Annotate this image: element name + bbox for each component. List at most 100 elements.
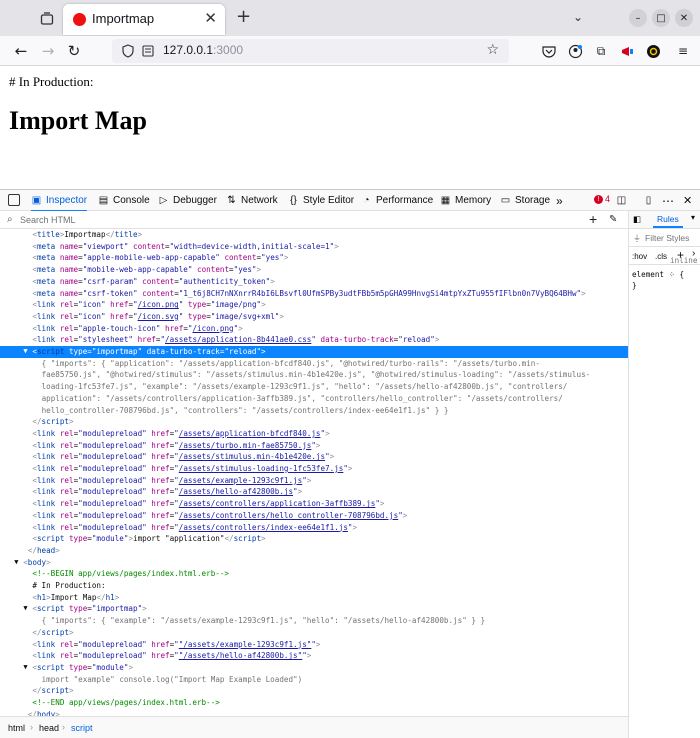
markup-line[interactable]: application": "/assets/controllers/appli… [0,393,628,405]
reload-icon[interactable]: ↻ [64,41,84,61]
sidebar-dropdown-icon[interactable]: ▾ [691,213,695,222]
markup-line[interactable]: { "imports": { "application": "/assets/a… [0,358,628,370]
markup-line[interactable]: <h1>Import Map</h1> [0,592,628,604]
markup-line[interactable]: <link rel="modulepreload" href="/assets/… [0,498,628,510]
markup-line[interactable]: </script> [0,416,628,428]
chevron-down-icon[interactable]: ⌄ [573,10,583,24]
forward-icon[interactable]: → [38,41,58,61]
tab-memory[interactable]: ▦ Memory [440,190,491,211]
tab-debugger[interactable]: ▷ Debugger [158,190,217,211]
expand-twisty-icon[interactable]: ▼ [23,662,27,674]
markup-line[interactable]: <!--BEGIN app/views/pages/index.html.erb… [0,568,628,580]
screenshot-icon[interactable]: ◫ [616,190,627,211]
markup-line[interactable]: ▼ <script type="module"> [0,662,628,674]
markup-line[interactable]: ▼ <body> [0,557,628,569]
url-text[interactable]: 127.0.0.1:3000 [163,43,243,57]
back-icon[interactable]: ← [11,41,31,61]
expand-twisty-icon[interactable]: ▼ [14,557,18,569]
markup-line[interactable]: <link rel="apple-touch-icon" href="/icon… [0,323,628,335]
extensions-icon[interactable]: ⧉ [593,43,609,59]
hov-toggle[interactable]: :hov [632,252,647,261]
markup-line[interactable]: </head> [0,545,628,557]
url-bar[interactable]: 127.0.0.1:3000 ☆ [112,39,509,63]
markup-line[interactable]: fae85750.js", "@hotwired/stimulus": "/as… [0,369,628,381]
markup-line[interactable]: <meta name="csrf-param" content="authent… [0,276,628,288]
search-input[interactable]: Search HTML [20,215,76,225]
markup-line[interactable]: <script type="module">import "applicatio… [0,533,628,545]
markup-line[interactable]: <link rel="modulepreload" href="/assets/… [0,475,628,487]
layout-toggle-icon[interactable]: ◧ [633,214,641,225]
markup-line[interactable]: { "imports": { "example": "/assets/examp… [0,615,628,627]
megaphone-icon[interactable] [619,43,635,59]
markup-line[interactable]: import "example" console.log("Import Map… [0,674,628,686]
expand-twisty-icon[interactable]: ▼ [23,603,27,615]
extension-o-icon[interactable] [645,43,661,59]
add-node-icon[interactable]: + [589,211,597,227]
markup-line[interactable]: <link rel="modulepreload" href="/assets/… [0,510,628,522]
cls-toggle[interactable]: .cls [655,252,667,261]
tab-inspector[interactable]: ▣ Inspector [31,190,88,212]
markup-line[interactable]: <link rel="modulepreload" href="/assets/… [0,440,628,452]
markup-line[interactable]: hello_controller-708796bd.js", "controll… [0,405,628,417]
markup-line-selected[interactable]: ▼ <script type="importmap" data-turbo-tra… [0,346,628,358]
markup-line[interactable]: <title>Importmap</title> [0,229,628,241]
filter-styles-bar[interactable]: ⏚ Filter Styles [629,229,700,247]
markup-line[interactable]: <meta name="mobile-web-app-capable" cont… [0,264,628,276]
markup-line[interactable]: loading-1fc53fe7.js", "example": "/asset… [0,381,628,393]
markup-line[interactable]: <link rel="icon" href="/icon.png" type="… [0,299,628,311]
filter-styles-input[interactable]: Filter Styles [645,233,689,243]
tab-performance[interactable]: ◔ Performance [361,190,433,211]
page-info-icon[interactable] [142,43,154,62]
markup-line[interactable]: <link rel="modulepreload" href="/assets/… [0,463,628,475]
browser-tab[interactable]: Importmap ✕ [63,4,225,35]
minimize-icon[interactable]: – [629,9,647,27]
rule-grid-icon[interactable]: ⁘ [669,270,675,279]
maximize-icon[interactable]: □ [652,9,670,27]
markup-line[interactable]: <meta name="viewport" content="width=dev… [0,241,628,253]
markup-line[interactable]: <link rel="icon" href="/icon.svg" type="… [0,311,628,323]
more-options-icon[interactable]: ⋯ [662,190,674,211]
breadcrumb-html[interactable]: html [8,723,25,733]
expand-twisty-icon[interactable]: ▼ [23,346,27,358]
tab-storage[interactable]: ▭ Storage [500,190,550,211]
markup-line[interactable]: <meta name="csrf-token" content="1_t6j8C… [0,288,628,300]
pocket-icon[interactable] [541,43,557,59]
dock-icon[interactable]: ▯ [643,190,654,211]
markup-line[interactable]: <link rel="modulepreload" href="/assets/… [0,522,628,534]
account-icon[interactable] [567,43,583,59]
new-tab-icon[interactable]: + [236,8,251,26]
shield-icon[interactable] [122,43,134,62]
error-icon: ! [594,194,603,204]
markup-line[interactable]: # In Production: [0,580,628,592]
url-port: :3000 [213,43,244,57]
close-window-icon[interactable]: ✕ [675,9,693,27]
menu-icon[interactable]: ≡ [675,43,691,59]
breadcrumb-head[interactable]: head [39,723,59,733]
markup-line[interactable]: </body> [0,709,628,716]
markup-line[interactable]: <meta name="apple-mobile-web-app-capable… [0,252,628,264]
markup-line[interactable]: <link rel="modulepreload" href="/assets/… [0,486,628,498]
markup-line[interactable]: <link rel="modulepreload" href="/assets/… [0,451,628,463]
markup-line[interactable]: <link rel="modulepreload" href="/assets/… [0,428,628,440]
eyedropper-icon[interactable]: ✎ [609,214,617,225]
markup-view[interactable]: <title>Importmap</title> <meta name="view… [0,229,628,716]
tab-style-editor[interactable]: {} Style Editor [288,190,354,211]
markup-line[interactable]: ▼ <script type="importmap"> [0,603,628,615]
markup-line[interactable]: <link rel="modulepreload" href=""/assets… [0,650,628,662]
breadcrumb-script[interactable]: script [71,723,93,733]
more-tabs-icon[interactable]: » [556,190,563,211]
close-tab-icon[interactable]: ✕ [204,9,217,27]
tab-list-icon[interactable] [36,8,58,30]
markup-line[interactable]: <!--END app/views/pages/index.html.erb--… [0,697,628,709]
tab-console[interactable]: ▤ Console [98,190,150,211]
markup-line[interactable]: </script> [0,627,628,639]
close-devtools-icon[interactable]: ✕ [683,190,692,211]
tab-network[interactable]: ⇅ Network [226,190,277,211]
error-badge[interactable]: ! 4 [594,194,610,204]
markup-line[interactable]: <link rel="modulepreload" href=""/assets… [0,639,628,651]
bookmark-star-icon[interactable]: ☆ [486,42,499,58]
tab-rules[interactable]: Rules [653,214,683,228]
element-picker-icon[interactable] [8,194,20,206]
markup-line[interactable]: <link rel="stylesheet" href="/assets/app… [0,334,628,346]
markup-line[interactable]: </script> [0,685,628,697]
